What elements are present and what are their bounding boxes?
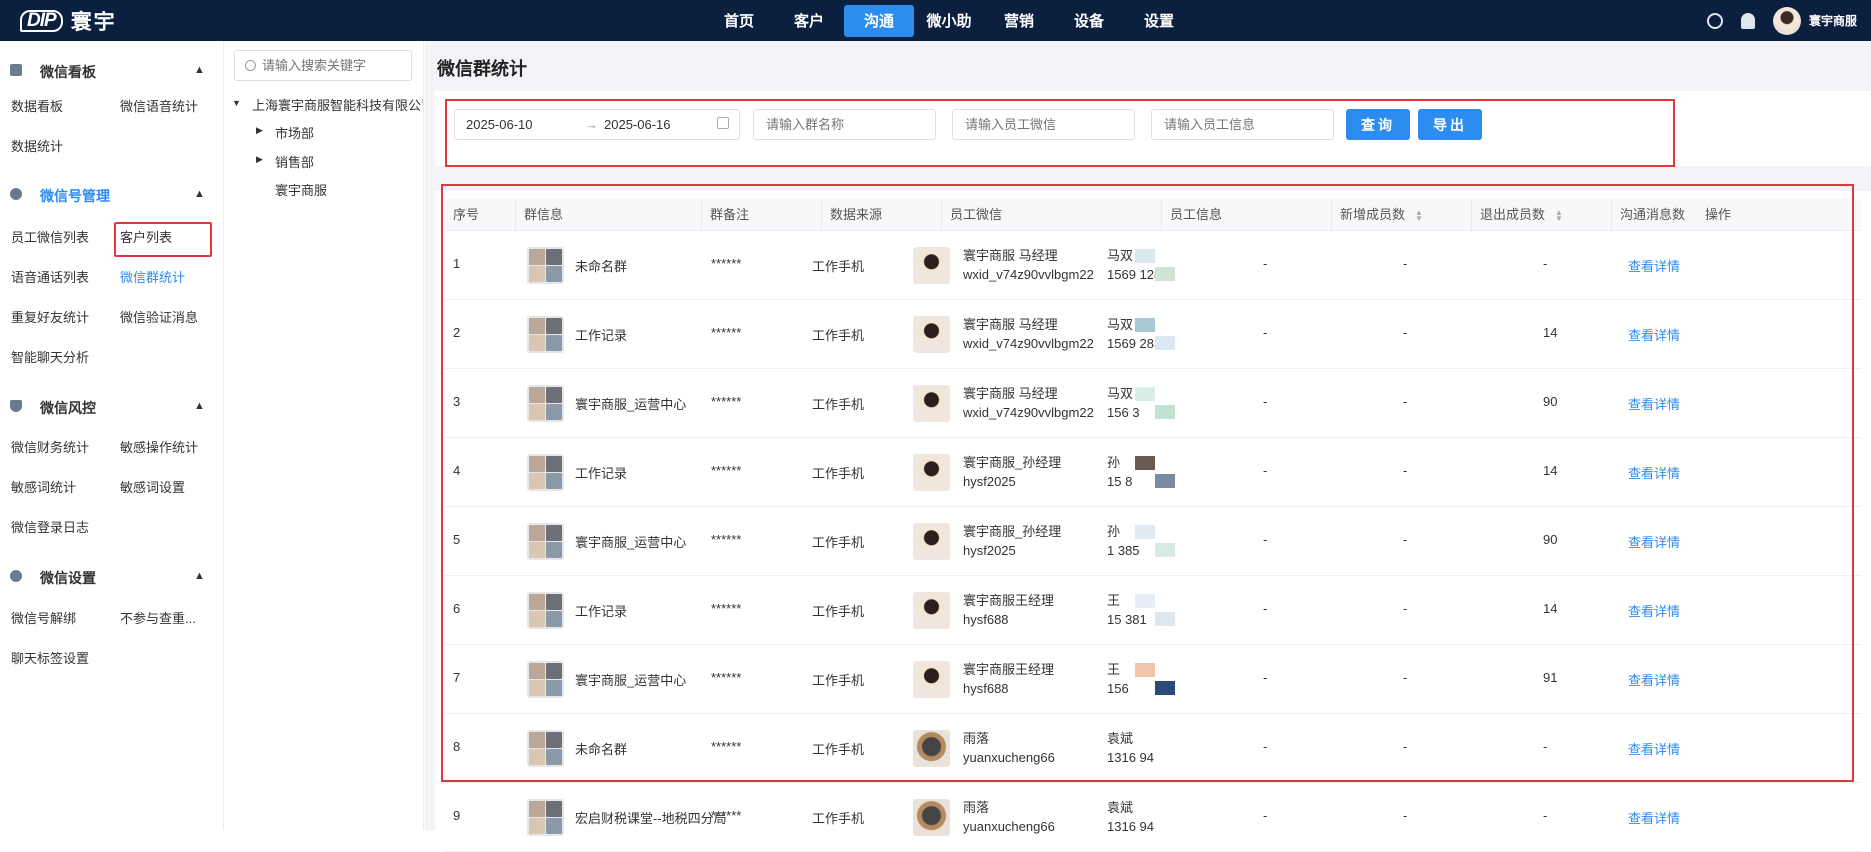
caret-right-icon[interactable]: ▶ <box>256 154 263 165</box>
chevron-up-icon: ▲ <box>194 64 205 76</box>
added-members: - <box>1263 808 1268 823</box>
privacy-mask <box>1155 819 1175 833</box>
search-icon[interactable] <box>1706 12 1723 29</box>
nav-settings[interactable]: 设置 <box>1124 5 1194 37</box>
sidebar-item-sensitive-ops[interactable]: 敏感操作统计 <box>120 437 198 456</box>
highlight-box-filter <box>445 99 1675 167</box>
nav-device[interactable]: 设备 <box>1054 5 1124 37</box>
staff-wxid: yuanxucheng66 <box>963 819 1055 834</box>
staff-info-name: 袁斌 <box>1107 800 1134 815</box>
caret-right-icon[interactable]: ▶ <box>256 125 263 136</box>
data-source: 工作手机 <box>812 811 865 826</box>
top-right-tools: 寰宇商服 <box>1706 0 1857 41</box>
brand-name: 寰宇 <box>70 11 117 34</box>
wechat-icon <box>10 188 22 200</box>
chevron-up-icon: ▲ <box>194 570 205 582</box>
tree-node-huanyu[interactable]: 寰宇商服 <box>275 180 327 199</box>
main-nav: 首页 客户 沟通 微小助 营销 设备 设置 <box>704 0 1194 41</box>
org-tree-panel: ▼ 上海寰宇商服智能科技有限公司 ▶ 市场部 ▶ 销售部 寰宇商服 <box>224 41 424 830</box>
gear-icon <box>10 570 22 582</box>
user-name: 寰宇商服 <box>1808 14 1857 28</box>
table-row: 9 宏启财税课堂--地税四分局 ****** 工作手机 雨落 yuanxucheng66 袁… <box>445 783 1861 852</box>
sidebar-item-verify-msgs[interactable]: 微信验证消息 <box>120 307 198 326</box>
privacy-mask <box>1135 801 1155 815</box>
sidebar-item-data-board[interactable]: 数据看板 <box>11 96 63 115</box>
avatar <box>1772 6 1801 35</box>
sidebar-item-finance-stats[interactable]: 微信财务统计 <box>11 437 89 456</box>
logo-mark: DIP <box>20 10 63 32</box>
user-menu[interactable]: 寰宇商服 <box>1772 6 1857 35</box>
sidebar-item-voice-calls[interactable]: 语音通话列表 <box>11 267 89 286</box>
section-title: 微信风控 <box>40 400 96 416</box>
staff-info-phone: 1316 94 <box>1107 819 1154 834</box>
sidebar: 微信看板 ▲ 数据看板 微信语音统计 数据统计 微信号管理 ▲ 员工微信列表 客… <box>0 41 224 830</box>
sidebar-item-exclude-dedup[interactable]: 不参与查重... <box>120 608 196 627</box>
sidebar-item-staff-wechat[interactable]: 员工微信列表 <box>11 227 89 246</box>
tree-node-root[interactable]: 上海寰宇商服智能科技有限公司 <box>252 95 423 114</box>
sidebar-section-risk[interactable]: 微信风控 ▲ <box>0 391 224 421</box>
tree-node-sales[interactable]: 销售部 <box>275 152 314 171</box>
nav-communication[interactable]: 沟通 <box>844 4 914 37</box>
tree-search-input[interactable] <box>262 58 402 73</box>
sidebar-item-sensitive-settings[interactable]: 敏感词设置 <box>120 477 185 496</box>
staff-name: 雨落 <box>963 800 990 815</box>
nav-assistant[interactable]: 微小助 <box>914 5 984 37</box>
chart-icon <box>10 64 22 76</box>
sidebar-item-group-stats[interactable]: 微信群统计 <box>120 267 185 286</box>
highlight-box-table <box>441 184 1854 782</box>
sidebar-section-wechat-settings[interactable]: 微信设置 ▲ <box>0 561 224 591</box>
sidebar-item-sensitive-words[interactable]: 敏感词统计 <box>11 477 76 496</box>
section-title: 微信设置 <box>40 570 96 586</box>
tree-node-market[interactable]: 市场部 <box>275 123 314 142</box>
sidebar-item-dup-friends[interactable]: 重复好友统计 <box>11 307 89 326</box>
group-remark: ****** <box>711 808 742 823</box>
nav-home[interactable]: 首页 <box>704 5 774 37</box>
section-title: 微信看板 <box>40 64 96 80</box>
tree-search-box <box>234 50 412 81</box>
message-count: - <box>1543 808 1548 823</box>
search-icon <box>245 60 256 71</box>
bell-icon[interactable] <box>1740 12 1755 29</box>
sidebar-item-chat-analysis[interactable]: 智能聊天分析 <box>11 347 89 366</box>
caret-down-icon[interactable]: ▼ <box>232 98 241 108</box>
nav-marketing[interactable]: 营销 <box>984 5 1054 37</box>
sidebar-item-login-log[interactable]: 微信登录日志 <box>11 517 89 536</box>
view-details-link[interactable]: 查看详情 <box>1628 808 1680 827</box>
sidebar-section-wechat-board[interactable]: 微信看板 ▲ <box>0 55 224 85</box>
group-name: 宏启财税课堂--地税四分局 <box>575 811 727 826</box>
top-bar: DIP 寰宇 首页 客户 沟通 微小助 营销 设备 设置 寰宇商服 <box>0 0 1871 41</box>
brand-logo[interactable]: DIP 寰宇 <box>20 8 117 34</box>
chevron-up-icon: ▲ <box>194 188 205 200</box>
sidebar-item-chat-tags[interactable]: 聊天标签设置 <box>11 648 89 667</box>
section-title: 微信号管理 <box>40 188 110 204</box>
staff-avatar <box>913 799 950 836</box>
shield-icon <box>10 400 22 412</box>
sidebar-item-voice-stats[interactable]: 微信语音统计 <box>120 96 198 115</box>
group-avatar <box>527 799 564 836</box>
row-index: 9 <box>453 808 461 823</box>
nav-customer[interactable]: 客户 <box>774 5 844 37</box>
left-members: - <box>1403 808 1408 823</box>
sidebar-section-account-mgmt[interactable]: 微信号管理 ▲ <box>0 179 224 209</box>
chevron-up-icon: ▲ <box>194 400 205 412</box>
sidebar-item-unbind[interactable]: 微信号解绑 <box>11 608 76 627</box>
highlight-box-nav <box>114 222 212 257</box>
page-title: 微信群统计 <box>437 59 527 79</box>
sidebar-item-data-stats[interactable]: 数据统计 <box>11 136 63 155</box>
